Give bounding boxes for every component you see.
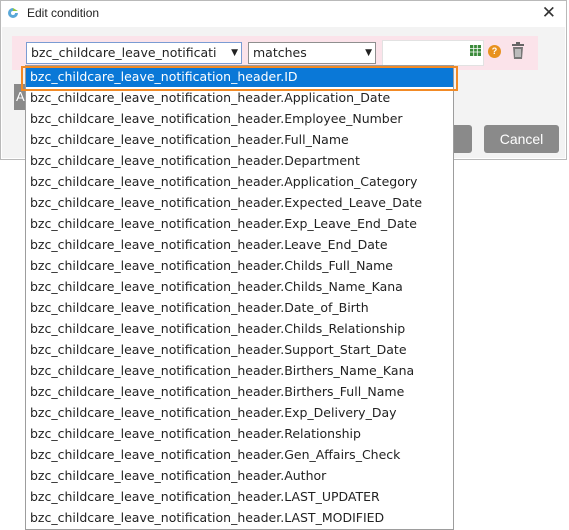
dropdown-option[interactable]: bzc_childcare_leave_notification_header.… — [26, 318, 453, 339]
dropdown-option[interactable]: bzc_childcare_leave_notification_header.… — [26, 444, 453, 465]
dropdown-option[interactable]: bzc_childcare_leave_notification_header.… — [26, 297, 453, 318]
trash-icon[interactable] — [510, 42, 526, 60]
dropdown-option[interactable]: bzc_childcare_leave_notification_header.… — [26, 129, 453, 150]
dropdown-option[interactable]: bzc_childcare_leave_notification_header.… — [26, 402, 453, 423]
title-bar: Edit condition ✕ — [1, 1, 566, 27]
dropdown-option[interactable]: bzc_childcare_leave_notification_header.… — [26, 339, 453, 360]
field-select[interactable]: bzc_childcare_leave_notificati ▼ — [26, 42, 242, 64]
dropdown-option[interactable]: bzc_childcare_leave_notification_header.… — [26, 360, 453, 381]
app-logo-icon — [8, 8, 18, 18]
dropdown-option[interactable]: bzc_childcare_leave_notification_header.… — [26, 171, 453, 192]
table-icon[interactable] — [470, 45, 481, 56]
chevron-down-icon: ▼ — [231, 48, 238, 58]
dropdown-option[interactable]: bzc_childcare_leave_notification_header.… — [26, 255, 453, 276]
cancel-button[interactable]: Cancel — [484, 125, 559, 153]
dropdown-option[interactable]: bzc_childcare_leave_notification_header.… — [26, 87, 453, 108]
dropdown-option[interactable]: bzc_childcare_leave_notification_header.… — [26, 486, 453, 507]
operator-select[interactable]: matches ▼ — [248, 42, 376, 64]
dropdown-option[interactable]: bzc_childcare_leave_notification_header.… — [26, 234, 453, 255]
help-icon[interactable]: ? — [488, 45, 501, 58]
chevron-down-icon: ▼ — [365, 48, 372, 58]
dropdown-option[interactable]: bzc_childcare_leave_notification_header.… — [26, 66, 453, 87]
dropdown-option[interactable]: bzc_childcare_leave_notification_header.… — [26, 276, 453, 297]
dropdown-option[interactable]: bzc_childcare_leave_notification_header.… — [26, 108, 453, 129]
dropdown-option[interactable]: bzc_childcare_leave_notification_header.… — [26, 192, 453, 213]
close-icon[interactable]: ✕ — [542, 3, 556, 23]
window-title: Edit condition — [27, 6, 100, 20]
dropdown-option[interactable]: bzc_childcare_leave_notification_header.… — [26, 150, 453, 171]
dropdown-option[interactable]: bzc_childcare_leave_notification_header.… — [26, 213, 453, 234]
field-dropdown-list: bzc_childcare_leave_notification_header.… — [25, 65, 454, 530]
dropdown-option[interactable]: bzc_childcare_leave_notification_header.… — [26, 381, 453, 402]
field-select-value: bzc_childcare_leave_notificati — [31, 45, 217, 60]
dropdown-option[interactable]: bzc_childcare_leave_notification_header.… — [26, 423, 453, 444]
operator-select-value: matches — [253, 45, 307, 60]
dropdown-option[interactable]: bzc_childcare_leave_notification_header.… — [26, 465, 453, 486]
dropdown-option[interactable]: bzc_childcare_leave_notification_header.… — [26, 507, 453, 528]
value-input[interactable] — [382, 40, 484, 66]
